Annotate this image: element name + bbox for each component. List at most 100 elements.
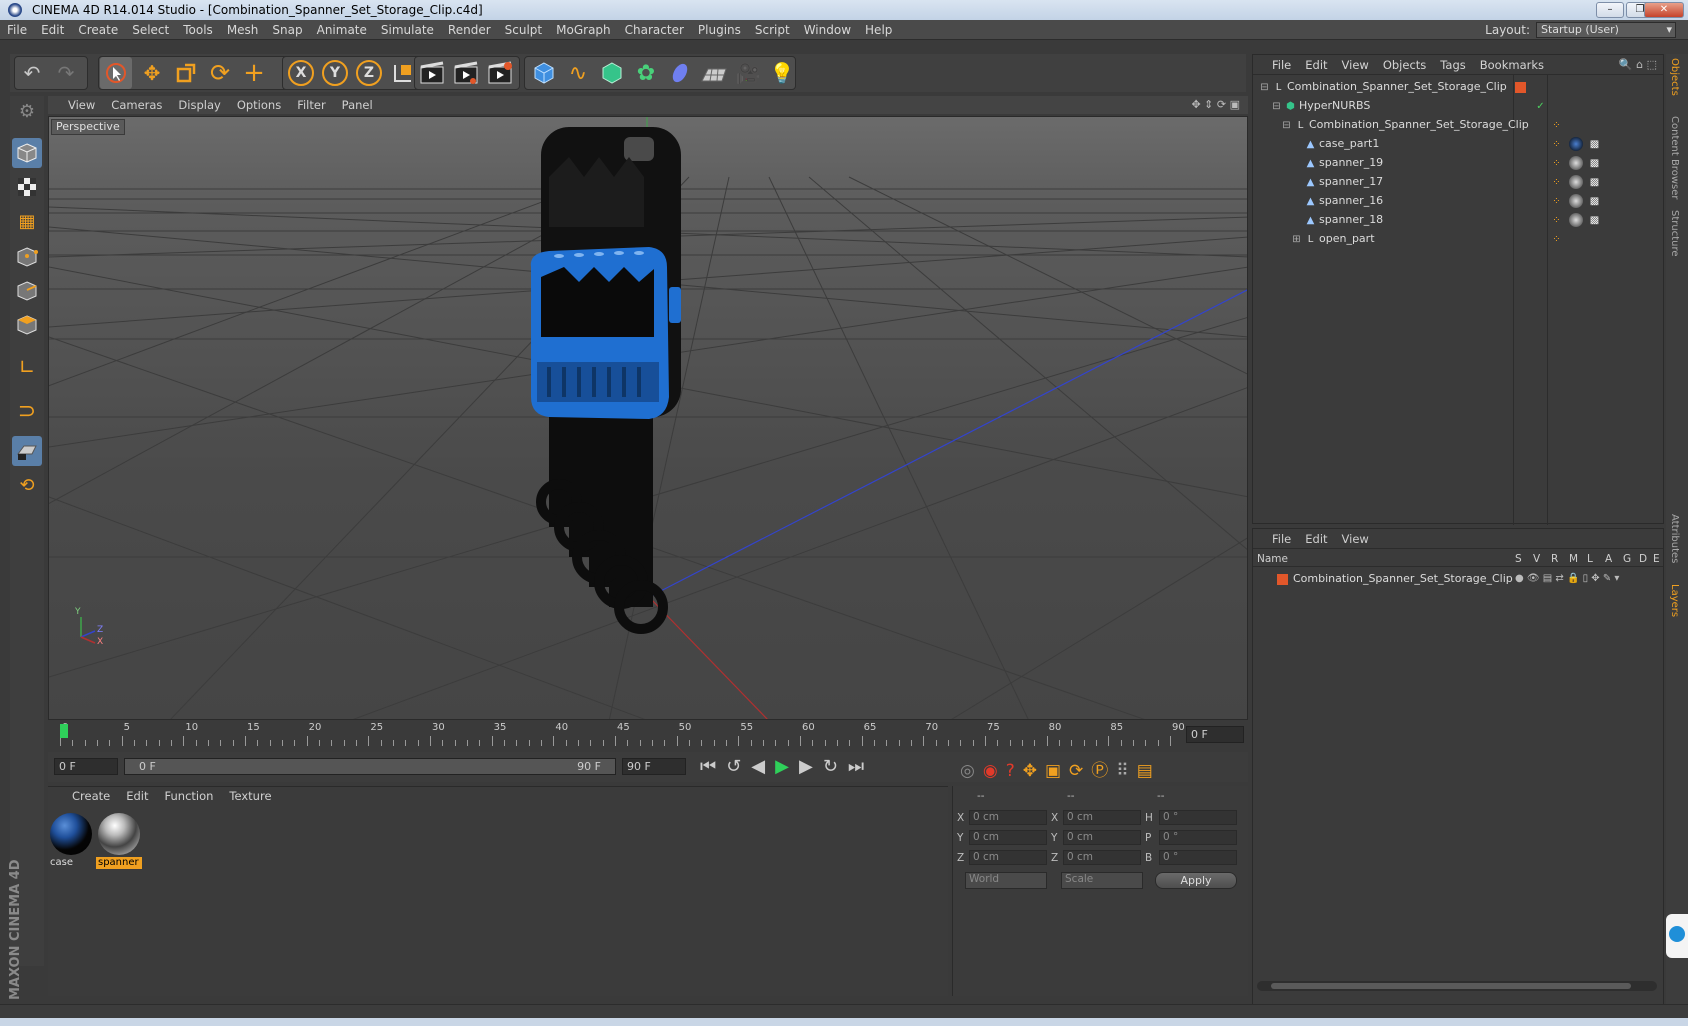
material-menu-function[interactable]: Function	[157, 787, 222, 805]
add-icon[interactable]: +	[238, 57, 270, 89]
layer-col-name[interactable]: Name	[1257, 551, 1288, 567]
scale-dropdown[interactable]: Scale	[1061, 872, 1143, 889]
position-y-field[interactable]: 0 cm	[969, 830, 1047, 845]
material-tag-icon[interactable]	[1569, 213, 1583, 227]
cube-icon[interactable]	[528, 57, 560, 89]
record-keys-icon[interactable]: ◎	[960, 761, 983, 781]
object-row-open-part[interactable]: ⊞ L open_part ⁘	[1253, 229, 1663, 249]
minimize-button[interactable]: –	[1596, 2, 1624, 18]
menu-simulate[interactable]: Simulate	[374, 20, 441, 40]
expand-icon[interactable]: ⊞	[1291, 234, 1302, 245]
point-level-icon[interactable]: ⠿	[1116, 761, 1136, 781]
menu-mesh[interactable]: Mesh	[220, 20, 266, 40]
object-row-spanner-18[interactable]: ▲ spanner_18 ⁘ ▩	[1253, 210, 1663, 230]
planar-workplane-icon[interactable]: ⟲	[12, 470, 42, 500]
material-menu-texture[interactable]: Texture	[221, 787, 279, 805]
size-z-field[interactable]: 0 cm	[1063, 850, 1141, 865]
viewport-menu-options[interactable]: Options	[229, 96, 289, 114]
perspective-viewport[interactable]: Perspective Y Z X	[48, 116, 1248, 720]
z-axis-button[interactable]: Z	[353, 57, 385, 89]
texture-tag-icon[interactable]: ▩	[1589, 215, 1600, 226]
edit-render-settings-icon[interactable]	[484, 57, 516, 89]
loop-icon[interactable]: ↺	[726, 756, 751, 777]
menu-tools[interactable]: Tools	[176, 20, 220, 40]
viewport-menu-cameras[interactable]: Cameras	[103, 96, 170, 114]
enabled-check-icon[interactable]: ✓	[1535, 101, 1546, 112]
play-icon[interactable]: ▶	[775, 756, 799, 777]
objects-menu-view[interactable]: View	[1335, 55, 1376, 75]
current-frame-field[interactable]: 0 F	[1186, 726, 1244, 743]
material-menu-edit[interactable]: Edit	[118, 787, 156, 805]
step-back-icon[interactable]: ◀	[751, 756, 775, 777]
rotation-key-icon[interactable]: ⟳	[1069, 761, 1091, 781]
layer-horizontal-scrollbar[interactable]	[1257, 981, 1657, 991]
x-axis-button[interactable]: X	[285, 57, 317, 89]
layer-col-r[interactable]: R	[1551, 551, 1558, 567]
rotation-p-field[interactable]: 0 °	[1159, 830, 1237, 845]
material-tag-icon[interactable]	[1569, 175, 1583, 189]
snap-icon[interactable]: ⊃	[12, 396, 42, 426]
render-view-icon[interactable]	[416, 57, 448, 89]
deformer-icon[interactable]	[664, 57, 696, 89]
playhead-marker[interactable]	[60, 724, 68, 738]
polygons-mode-icon[interactable]	[12, 310, 42, 340]
go-to-end-icon[interactable]: ⏭	[848, 756, 874, 777]
start-frame-field[interactable]: 0 F	[54, 758, 118, 775]
menu-help[interactable]: Help	[858, 20, 899, 40]
texture-tag-icon[interactable]: ▩	[1589, 196, 1600, 207]
material-tag-icon[interactable]	[1569, 156, 1583, 170]
locked-workplane-icon[interactable]	[12, 436, 42, 466]
collapse-icon[interactable]: ⊟	[1281, 120, 1292, 131]
tab-objects[interactable]: Objects	[1669, 58, 1680, 96]
search-icon[interactable]: 🔍 ⌂ ⬚	[1619, 55, 1657, 75]
timeline-window-icon[interactable]: ▤	[1137, 761, 1161, 781]
object-row-group[interactable]: ⊟ L Combination_Spanner_Set_Storage_Clip…	[1253, 115, 1663, 135]
points-mode-icon[interactable]	[12, 242, 42, 272]
layer-col-g[interactable]: G	[1623, 551, 1631, 567]
make-editable-icon[interactable]: ⚙	[12, 96, 42, 126]
menu-edit[interactable]: Edit	[34, 20, 71, 40]
model-mode-icon[interactable]	[12, 138, 42, 168]
go-to-start-icon[interactable]: ⏮	[700, 756, 726, 777]
axis-mode-icon[interactable]: ∟	[12, 352, 42, 382]
menu-script[interactable]: Script	[748, 20, 797, 40]
texture-tag-icon[interactable]: ▩	[1589, 139, 1600, 150]
step-forward-icon[interactable]: ▶	[799, 756, 823, 777]
menu-snap[interactable]: Snap	[265, 20, 309, 40]
autokey-icon[interactable]: ◉	[983, 761, 1006, 781]
texture-mode-icon[interactable]	[12, 172, 42, 202]
floor-icon[interactable]	[698, 57, 730, 89]
scale-icon[interactable]	[170, 57, 202, 89]
menu-render[interactable]: Render	[441, 20, 498, 40]
viewport-menu-panel[interactable]: Panel	[334, 96, 381, 114]
material-spanner[interactable]: spanner	[96, 811, 142, 869]
layer-col-v[interactable]: V	[1533, 551, 1540, 567]
tab-content-browser[interactable]: Content Browser	[1669, 116, 1680, 199]
menu-animate[interactable]: Animate	[310, 20, 374, 40]
object-row-case-part1[interactable]: ▲ case_part1 ⁘ ▩	[1253, 134, 1663, 154]
viewport-menu-view[interactable]: View	[48, 96, 103, 114]
keyframe-selection-icon[interactable]: ?	[1006, 761, 1023, 781]
size-y-field[interactable]: 0 cm	[1063, 830, 1141, 845]
layer-col-l[interactable]: L	[1587, 551, 1593, 567]
undo-icon[interactable]: ↶	[16, 57, 48, 89]
objects-menu-objects[interactable]: Objects	[1376, 55, 1433, 75]
camera-icon[interactable]: 🎥	[732, 57, 764, 89]
rotation-b-field[interactable]: 0 °	[1159, 850, 1237, 865]
tab-structure[interactable]: Structure	[1669, 210, 1680, 257]
objects-menu-tags[interactable]: Tags	[1433, 55, 1472, 75]
objects-menu-file[interactable]: File	[1265, 55, 1298, 75]
object-row-hypernurbs[interactable]: ⊟ ⬢ HyperNURBS ✓	[1253, 96, 1663, 116]
objects-menu-bookmarks[interactable]: Bookmarks	[1473, 55, 1551, 75]
tab-attributes[interactable]: Attributes	[1669, 514, 1680, 563]
viewport-nav-icons[interactable]: ✥ ⇕ ⟳ ▣	[1191, 96, 1240, 114]
layers-menu-file[interactable]: File	[1265, 529, 1298, 549]
parameter-key-icon[interactable]: Ⓟ	[1091, 761, 1116, 781]
menu-select[interactable]: Select	[125, 20, 176, 40]
scale-key-icon[interactable]: ▣	[1045, 761, 1069, 781]
menu-create[interactable]: Create	[71, 20, 125, 40]
close-button[interactable]: ✕	[1644, 2, 1684, 18]
menu-plugins[interactable]: Plugins	[691, 20, 748, 40]
layer-col-e[interactable]: E	[1653, 551, 1660, 567]
apply-button[interactable]: Apply	[1155, 872, 1237, 889]
